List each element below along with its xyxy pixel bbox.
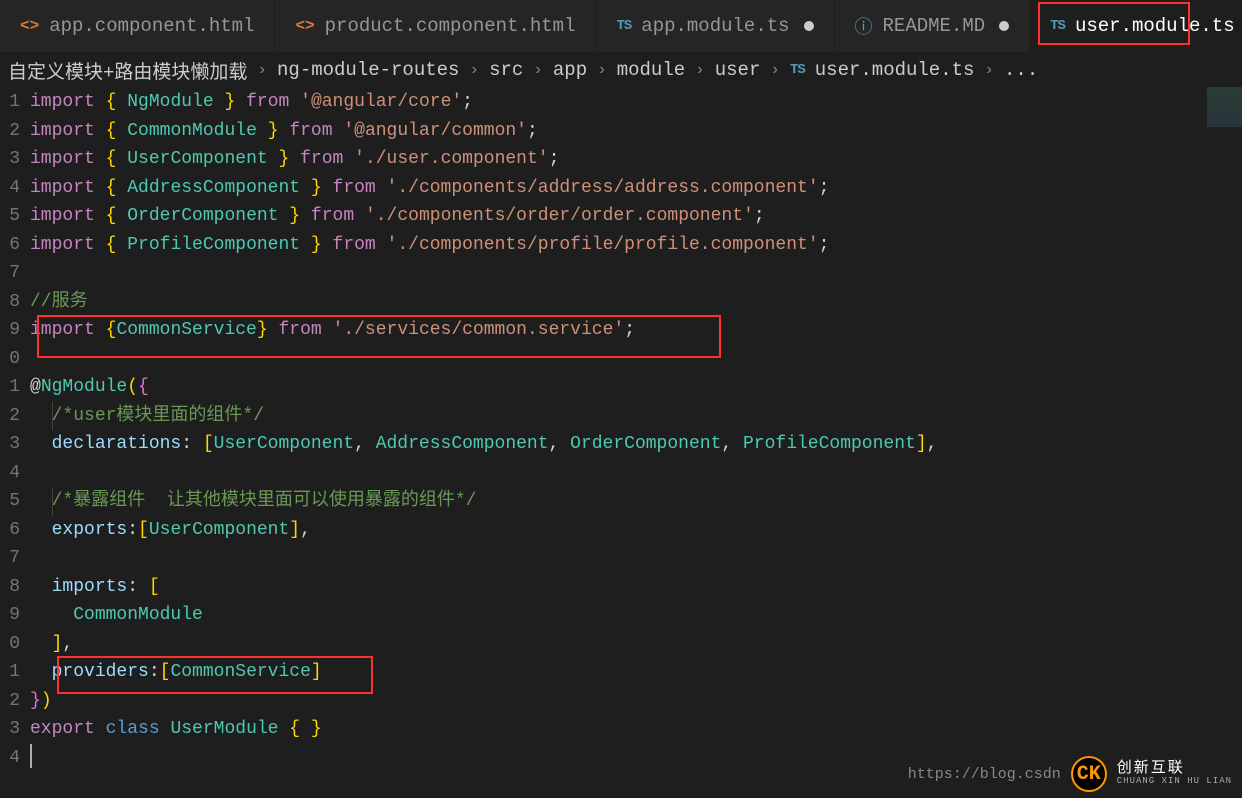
info-icon: ⓘ bbox=[855, 13, 873, 39]
breadcrumb-seg[interactable]: 自定义模块+路由模块懒加载 bbox=[8, 57, 247, 84]
tab-bar: <> app.component.html <> product.compone… bbox=[0, 0, 1242, 53]
chevron-right-icon: › bbox=[984, 61, 994, 79]
watermark-url: https://blog.csdn bbox=[908, 766, 1061, 783]
breadcrumb-seg[interactable]: ... bbox=[1004, 59, 1038, 81]
breadcrumb-seg[interactable]: app bbox=[553, 59, 587, 81]
ts-icon: TS bbox=[1050, 18, 1065, 34]
tab-label: product.component.html bbox=[325, 15, 576, 37]
ts-icon: TS bbox=[616, 18, 631, 34]
tab-readme[interactable]: ⓘ README.MD bbox=[835, 0, 1031, 52]
watermark-cn: 创新互联 bbox=[1117, 761, 1232, 778]
breadcrumb-seg[interactable]: user bbox=[715, 59, 761, 81]
chevron-right-icon: › bbox=[695, 61, 705, 79]
html-icon: <> bbox=[295, 17, 314, 35]
breadcrumb-seg[interactable]: src bbox=[489, 59, 523, 81]
tab-label: app.module.ts bbox=[641, 15, 789, 37]
modified-dot-icon bbox=[804, 21, 814, 31]
chevron-right-icon: › bbox=[257, 61, 267, 79]
breadcrumb-seg[interactable]: module bbox=[617, 59, 685, 81]
minimap[interactable] bbox=[1207, 87, 1242, 127]
watermark: https://blog.csdn CK 创新互联 CHUANG XIN HU … bbox=[898, 750, 1242, 798]
chevron-right-icon: › bbox=[533, 61, 543, 79]
breadcrumb-seg[interactable]: user.module.ts bbox=[815, 59, 975, 81]
modified-dot-icon bbox=[999, 21, 1009, 31]
code-content[interactable]: import { NgModule } from '@angular/core'… bbox=[30, 87, 1242, 772]
tab-app-module[interactable]: TS app.module.ts bbox=[596, 0, 834, 52]
ts-icon: TS bbox=[790, 62, 805, 78]
watermark-logo-icon: CK bbox=[1071, 756, 1107, 792]
tab-label: README.MD bbox=[883, 15, 986, 37]
tab-app-component[interactable]: <> app.component.html bbox=[0, 0, 275, 52]
line-gutter: 123456789012345678901234 bbox=[0, 87, 30, 772]
html-icon: <> bbox=[20, 17, 39, 35]
tab-user-module[interactable]: TS user.module.ts ✕ bbox=[1030, 0, 1242, 52]
chevron-right-icon: › bbox=[770, 61, 780, 79]
chevron-right-icon: › bbox=[597, 61, 607, 79]
breadcrumb-seg[interactable]: ng-module-routes bbox=[277, 59, 459, 81]
breadcrumb[interactable]: 自定义模块+路由模块懒加载 › ng-module-routes › src ›… bbox=[0, 53, 1242, 87]
editor-area[interactable]: 123456789012345678901234 import { NgModu… bbox=[0, 87, 1242, 772]
watermark-en: CHUANG XIN HU LIAN bbox=[1117, 777, 1232, 787]
tab-label: user.module.ts bbox=[1075, 15, 1235, 37]
tab-label: app.component.html bbox=[49, 15, 254, 37]
chevron-right-icon: › bbox=[469, 61, 479, 79]
tab-product-component[interactable]: <> product.component.html bbox=[275, 0, 596, 52]
